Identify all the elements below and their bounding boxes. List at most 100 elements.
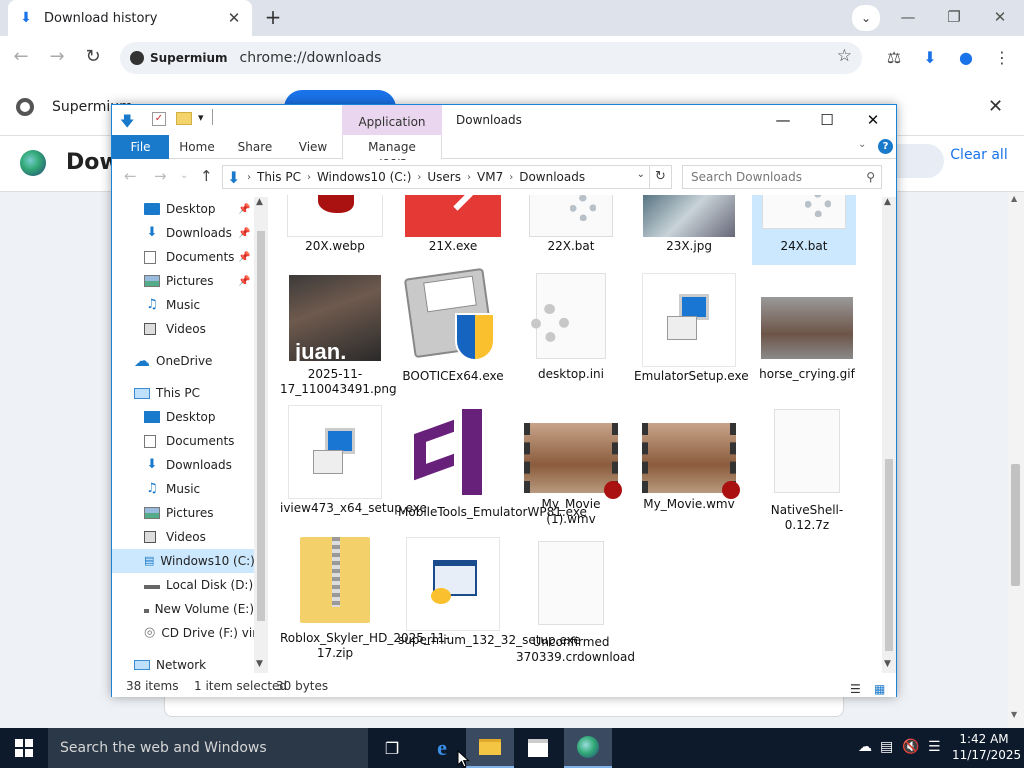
clock[interactable]: 1:42 AM 11/17/2025: [952, 731, 1021, 763]
nav-item[interactable]: Pictures: [112, 501, 254, 525]
scroll-up-icon[interactable]: ▲: [1011, 194, 1017, 203]
quick-access-dropdown-icon[interactable]: ▾: [198, 111, 204, 124]
supermium-taskbar-button[interactable]: [564, 728, 612, 768]
tab-home[interactable]: Home: [174, 135, 220, 159]
file-explorer-taskbar-button[interactable]: [466, 728, 514, 768]
file-item[interactable]: EmulatorSetup.exe: [634, 273, 749, 384]
file-item[interactable]: 23X.jpg: [634, 195, 744, 259]
file-list-scrollbar[interactable]: ▲ ▼: [882, 197, 896, 673]
reload-icon[interactable]: ↻: [80, 44, 106, 70]
labs-flask-icon[interactable]: ⚖: [882, 46, 906, 70]
minimize-icon[interactable]: —: [760, 107, 806, 133]
file-item[interactable]: My_Movie (1).wmv: [516, 405, 626, 527]
pin-icon[interactable]: 📌: [238, 228, 250, 239]
new-tab-button[interactable]: +: [262, 6, 284, 28]
close-infobar-icon[interactable]: ✕: [988, 96, 1003, 117]
forward-icon[interactable]: →: [44, 44, 70, 70]
start-button[interactable]: [0, 728, 48, 768]
nav-item[interactable]: Videos: [112, 525, 254, 549]
taskbar-search-box[interactable]: Search the web and Windows: [48, 728, 368, 768]
help-icon[interactable]: ?: [878, 139, 893, 154]
tab-manage[interactable]: Manage: [342, 135, 442, 159]
file-item[interactable]: 21X.exe: [398, 195, 508, 259]
nav-item[interactable]: This PC: [112, 381, 254, 405]
nav-pane-scrollbar[interactable]: ▲ ▼: [254, 197, 268, 673]
scroll-down-icon[interactable]: ▼: [884, 659, 891, 669]
up-icon[interactable]: ↑: [200, 167, 213, 185]
details-view-icon[interactable]: ☰: [850, 678, 861, 700]
tab-view[interactable]: View: [290, 135, 336, 159]
clear-all-button[interactable]: Clear all: [948, 144, 1010, 184]
nav-item[interactable]: ☁ OneDrive: [112, 349, 254, 373]
file-item[interactable]: 22X.bat: [516, 195, 626, 259]
file-item[interactable]: horse_crying.gif: [752, 273, 862, 382]
onedrive-tray-icon[interactable]: ☁: [858, 739, 872, 755]
site-chip[interactable]: Supermium: [130, 51, 228, 65]
menu-icon[interactable]: ⋮: [990, 46, 1014, 70]
file-item[interactable]: BOOTICEx64.exe: [398, 267, 508, 384]
nav-item[interactable]: ⬇ Downloads 📌: [112, 221, 254, 245]
tab-file[interactable]: File: [112, 135, 169, 159]
url-text[interactable]: chrome://downloads: [240, 50, 382, 66]
nav-item[interactable]: ♫ Music: [112, 293, 254, 317]
close-icon[interactable]: ✕: [226, 9, 242, 27]
file-item[interactable]: My_Movie.wmv: [634, 405, 744, 512]
search-downloads-input[interactable]: Search Downloads ⚲: [682, 165, 882, 189]
nav-item[interactable]: Documents: [112, 429, 254, 453]
nav-item[interactable]: Videos: [112, 317, 254, 341]
file-item[interactable]: iview473_x64_setup.exe: [280, 405, 427, 516]
volume-muted-icon[interactable]: 🔇: [902, 739, 919, 755]
scroll-down-icon[interactable]: ▼: [1011, 710, 1017, 719]
page-scrollbar[interactable]: ▲ ▼: [1008, 192, 1024, 728]
file-item[interactable]: desktop.ini: [516, 273, 626, 382]
pin-icon[interactable]: 📌: [238, 204, 250, 215]
scrollbar-thumb[interactable]: [885, 459, 893, 651]
nav-item[interactable]: Network: [112, 653, 254, 675]
close-icon[interactable]: ✕: [850, 107, 896, 133]
scroll-up-icon[interactable]: ▲: [884, 197, 891, 207]
file-item[interactable]: NativeShell-0.12.7z: [752, 405, 862, 533]
file-item[interactable]: juan. 2025-11-17_110043491.png: [280, 273, 397, 397]
store-taskbar-button[interactable]: [514, 728, 562, 768]
address-bar[interactable]: ⬇ › This PC › Windows10 (C:) › Users › V…: [222, 165, 650, 189]
nav-item[interactable]: Documents 📌: [112, 245, 254, 269]
nav-item[interactable]: Local Disk (D:): [112, 573, 254, 597]
scrollbar-thumb[interactable]: [1011, 464, 1020, 586]
nav-item[interactable]: ♫ Music: [112, 477, 254, 501]
nav-item[interactable]: Desktop 📌: [112, 197, 254, 221]
address-bar[interactable]: Supermium chrome://downloads ☆: [120, 42, 862, 74]
bookmark-star-icon[interactable]: ☆: [837, 46, 852, 66]
properties-check-icon[interactable]: ✓: [152, 112, 166, 126]
nav-item[interactable]: ⬇ Downloads: [112, 453, 254, 477]
network-tray-icon[interactable]: ▤: [880, 739, 893, 755]
file-item[interactable]: 20X.webp: [280, 195, 390, 259]
nav-item[interactable]: Pictures 📌: [112, 269, 254, 293]
task-view-button[interactable]: ❐: [368, 728, 416, 768]
breadcrumb-users[interactable]: Users: [421, 170, 467, 184]
nav-item[interactable]: Desktop: [112, 405, 254, 429]
nav-item-selected[interactable]: ▤ Windows10 (C:): [112, 549, 255, 573]
minimize-icon[interactable]: —: [888, 4, 928, 30]
file-item[interactable]: Unconfirmed 370339.crdownload: [516, 537, 635, 665]
downloads-toolbar-icon[interactable]: ⬇: [918, 46, 942, 70]
pin-icon[interactable]: 📌: [238, 252, 250, 263]
nav-item[interactable]: New Volume (E:): [112, 597, 254, 621]
maximize-icon[interactable]: ☐: [804, 107, 850, 133]
tab-search-chevron-icon[interactable]: ⌄: [852, 5, 880, 31]
profile-icon[interactable]: ●: [954, 46, 978, 70]
recent-locations-icon[interactable]: ⌄: [180, 170, 188, 181]
new-folder-icon[interactable]: [176, 112, 192, 125]
address-dropdown-icon[interactable]: ⌄: [637, 169, 645, 180]
large-icons-view-icon[interactable]: ▦: [874, 678, 885, 700]
back-icon[interactable]: ←: [8, 44, 34, 70]
pin-icon[interactable]: 📌: [238, 276, 250, 287]
scrollbar-thumb[interactable]: [257, 231, 265, 621]
refresh-icon[interactable]: ↻: [650, 165, 672, 189]
file-item-selected[interactable]: 24X.bat: [752, 195, 856, 265]
tab-share[interactable]: Share: [232, 135, 278, 159]
restore-icon[interactable]: ❐: [934, 4, 974, 30]
scroll-up-icon[interactable]: ▲: [256, 197, 263, 207]
nav-item[interactable]: ◎ CD Drive (F:) virt: [112, 621, 262, 645]
expand-ribbon-icon[interactable]: ⌄: [858, 139, 866, 150]
tab-download-history[interactable]: ⬇ Download history ✕: [8, 0, 252, 36]
